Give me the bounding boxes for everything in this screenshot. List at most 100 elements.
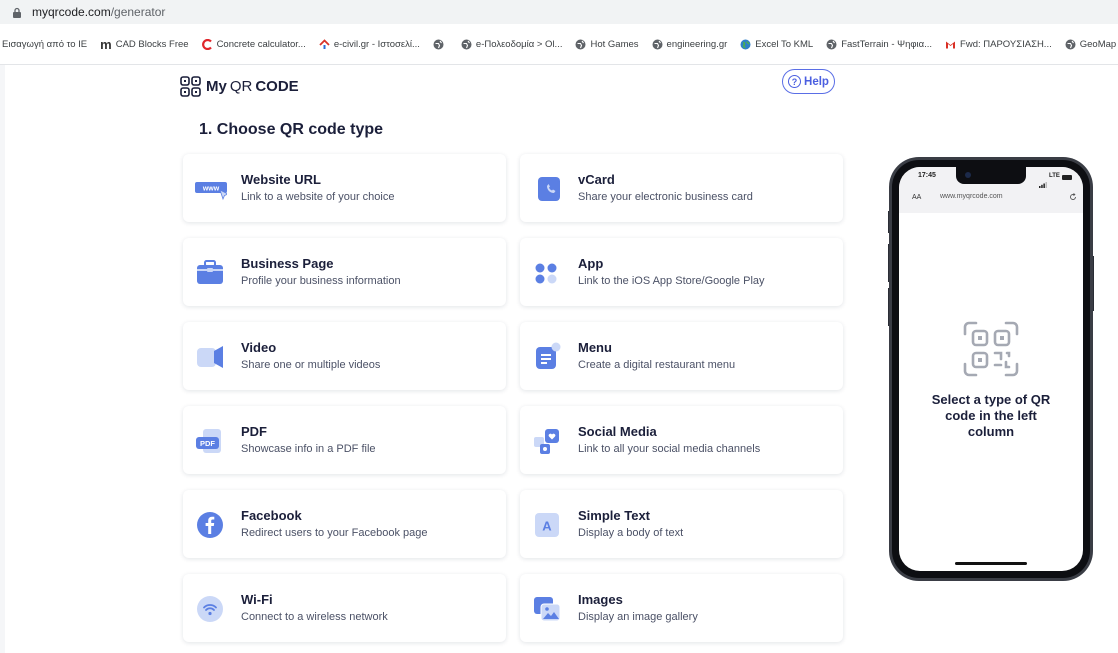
qr-type-facebook[interactable]: Facebook Redirect users to your Facebook… xyxy=(183,490,506,558)
bookmark-globe[interactable] xyxy=(433,39,448,50)
bookmark-hot-games[interactable]: Hot Games xyxy=(575,38,639,50)
concrete-c-icon xyxy=(201,38,212,50)
qr-type-business-page[interactable]: Business Page Profile your business info… xyxy=(183,238,506,306)
card-desc: Share one or multiple videos xyxy=(241,359,381,371)
card-title: Business Page xyxy=(241,256,334,271)
logo-qr: QR xyxy=(229,78,253,95)
help-button[interactable]: ? Help xyxy=(782,69,835,94)
card-desc: Display an image gallery xyxy=(578,611,698,623)
section-title: 1. Choose QR code type xyxy=(199,121,384,138)
card-desc: Profile your business information xyxy=(241,275,401,287)
qr-scan-icon xyxy=(963,321,1019,377)
qr-type-vcard[interactable]: vCard Share your electronic business car… xyxy=(520,154,843,222)
qr-type-pdf[interactable]: PDF PDF Showcase info in a PDF file xyxy=(183,406,506,474)
cad-m-icon: m xyxy=(100,36,112,52)
phone-time: 17:45 xyxy=(918,172,936,179)
bookmark-fastterrain[interactable]: FastTerrain - Ψηφια... xyxy=(826,39,932,50)
wifi-icon xyxy=(197,596,223,622)
card-desc: Link to all your social media channels xyxy=(578,443,761,455)
bookmark-label: GeoMap xyxy=(1079,38,1117,50)
address-bar[interactable]: myqrcode.com/generator xyxy=(0,0,1118,24)
qr-type-video[interactable]: Video Share one or multiple videos xyxy=(183,322,506,390)
card-title: Video xyxy=(241,340,277,355)
www-icon: www xyxy=(195,182,227,201)
bookmark-label: e-civil.gr - Ιστοσελί... xyxy=(333,38,420,50)
app-dots-icon xyxy=(535,263,557,284)
bookmark-label: Excel To KML xyxy=(755,38,814,50)
card-title: Social Media xyxy=(578,424,657,439)
card-title: Facebook xyxy=(241,508,302,523)
qr-logo-icon xyxy=(180,76,201,97)
card-desc: Link to the iOS App Store/Google Play xyxy=(578,275,765,287)
text-size-button[interactable]: AA xyxy=(912,194,921,201)
card-desc: Showcase info in a PDF file xyxy=(241,443,376,455)
globe-icon xyxy=(826,39,837,49)
earth-icon xyxy=(740,39,751,49)
text-a-icon: A xyxy=(535,513,559,537)
globe-icon xyxy=(575,39,586,49)
bookmark-label: e-Πολεοδομία > Ol... xyxy=(475,38,563,50)
logo-code: CODE xyxy=(255,78,299,95)
bookmark-label: FastTerrain - Ψηφια... xyxy=(841,38,933,50)
bookmark-excel-to-kml[interactable]: Excel To KML xyxy=(740,39,813,50)
qr-type-website-url[interactable]: www Website URL Link to a website of you… xyxy=(183,154,506,222)
qr-type-menu[interactable]: Menu Create a digital restaurant menu xyxy=(520,322,843,390)
url-host: myqrcode.com xyxy=(32,5,111,19)
gmail-icon xyxy=(946,41,956,48)
card-title: App xyxy=(578,256,604,271)
video-camera-icon xyxy=(197,346,223,368)
signal-icon xyxy=(1039,175,1047,188)
card-desc: Connect to a wireless network xyxy=(241,611,388,623)
bookmark-label: Fwd: ΠΑΡΟΥΣΙΑΣΗ... xyxy=(960,38,1052,50)
network-label: LTE xyxy=(1049,173,1060,179)
reload-icon[interactable] xyxy=(1069,193,1077,201)
qr-type-app[interactable]: App Link to the iOS App Store/Google Pla… xyxy=(520,238,843,306)
bookmark-label: Εισαγωγή από το IE xyxy=(2,38,88,50)
briefcase-icon xyxy=(197,260,223,284)
help-label: Help xyxy=(804,75,829,88)
card-title: Images xyxy=(578,592,623,607)
card-desc: Share your electronic business card xyxy=(578,191,753,203)
globe-icon xyxy=(1065,39,1076,49)
bookmark-label: Hot Games xyxy=(590,38,639,50)
bookmark-ecivil[interactable]: e-civil.gr - Ιστοσελί... xyxy=(319,39,420,50)
qr-type-wifi[interactable]: Wi-Fi Connect to a wireless network xyxy=(183,574,506,642)
svg-text:A: A xyxy=(542,519,552,534)
logo-my: My xyxy=(206,78,227,95)
card-desc: Display a body of text xyxy=(578,527,684,539)
battery-icon xyxy=(1062,175,1072,180)
question-icon: ? xyxy=(788,75,802,88)
bookmark-geomap[interactable]: GeoMap xyxy=(1065,39,1116,50)
facebook-icon xyxy=(197,512,223,538)
svg-text:PDF: PDF xyxy=(200,439,215,448)
url-path: /generator xyxy=(110,5,166,19)
menu-doc-icon xyxy=(536,342,561,369)
bookmarks-bar: Εισαγωγή από το IE m CAD Blocks Free Conc… xyxy=(0,24,1118,65)
card-desc: Create a digital restaurant menu xyxy=(578,359,736,371)
card-title: PDF xyxy=(241,424,267,439)
globe-icon xyxy=(433,39,444,49)
qr-type-social-media[interactable]: Social Media Link to all your social med… xyxy=(520,406,843,474)
bookmark-gmail[interactable]: Fwd: ΠΑΡΟΥΣΙΑΣΗ... xyxy=(945,39,1052,50)
globe-icon xyxy=(652,39,663,49)
card-desc: Redirect users to your Facebook page xyxy=(241,527,428,539)
bookmark-e-poleodomia[interactable]: e-Πολεοδομία > Ol... xyxy=(461,38,563,50)
card-title: Wi-Fi xyxy=(241,592,273,607)
site-logo[interactable]: My QR CODE xyxy=(180,76,299,97)
card-title: vCard xyxy=(578,172,615,187)
bookmark-import-ie[interactable]: Εισαγωγή από το IE xyxy=(2,39,87,50)
globe-icon xyxy=(461,39,472,49)
lock-icon xyxy=(13,7,21,18)
bookmark-concrete-calculator[interactable]: Concrete calculator... xyxy=(201,38,306,50)
card-title: Menu xyxy=(578,340,612,355)
card-desc: Link to a website of your choice xyxy=(241,191,395,203)
preview-message: Select a type of QR code in the left col… xyxy=(931,392,1051,439)
bookmark-engineering[interactable]: engineering.gr xyxy=(652,39,727,50)
social-media-icon xyxy=(534,429,559,454)
qr-type-simple-text[interactable]: A Simple Text Display a body of text xyxy=(520,490,843,558)
phone-url: www.myqrcode.com xyxy=(940,193,1003,200)
bookmark-cad-blocks[interactable]: m CAD Blocks Free xyxy=(100,36,188,52)
card-title: Website URL xyxy=(241,172,321,187)
qr-type-images[interactable]: Images Display an image gallery xyxy=(520,574,843,642)
svg-text:www: www xyxy=(202,186,220,193)
